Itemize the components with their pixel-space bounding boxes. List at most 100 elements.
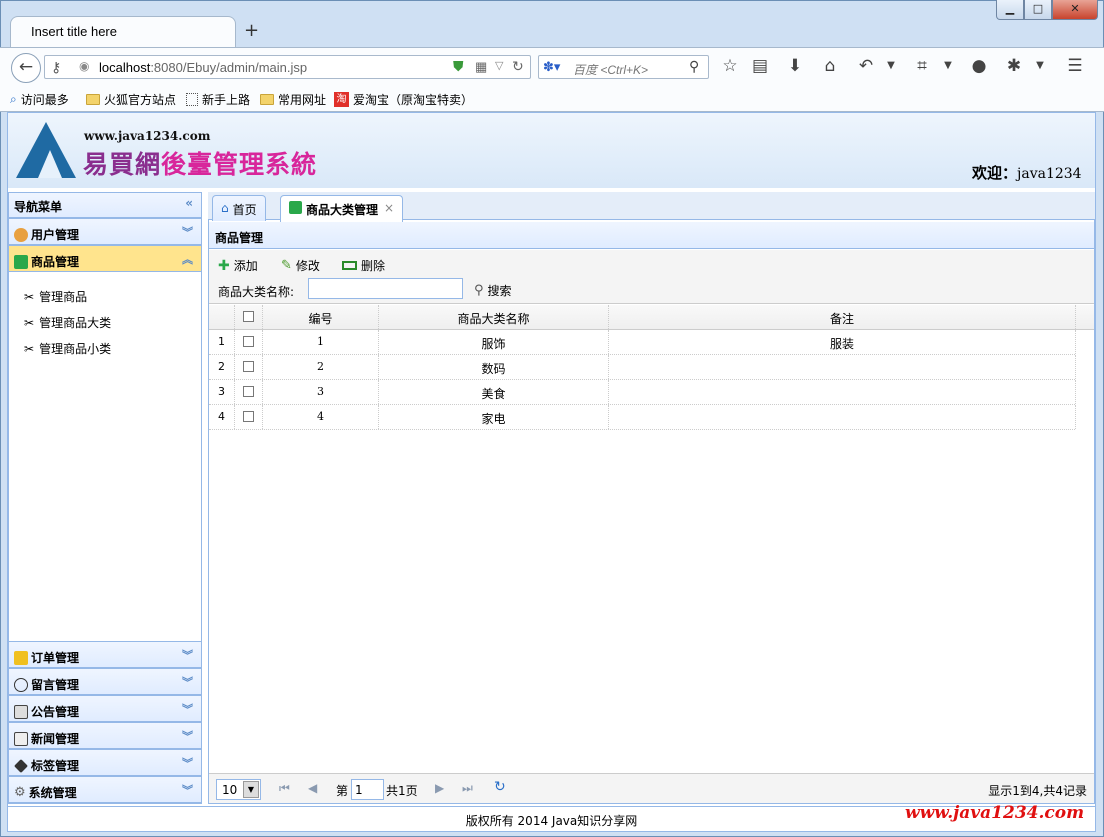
- new-tab-button[interactable]: +: [244, 20, 259, 41]
- last-page-icon[interactable]: ⏭: [462, 781, 473, 796]
- tab-category-management[interactable]: 商品大类管理 ×: [280, 195, 404, 222]
- table-row[interactable]: 4 4 家电: [209, 405, 1076, 430]
- back-button[interactable]: ←: [11, 53, 41, 83]
- sidebar-group-orders[interactable]: 订单管理 ︾: [8, 641, 202, 668]
- plus-icon: ✚: [218, 257, 230, 274]
- bookmark-getting-started[interactable]: 新手上路: [186, 91, 250, 108]
- system-title: 易買網後臺管理系統: [83, 150, 318, 179]
- home-icon[interactable]: ⌂: [819, 56, 841, 76]
- add-button[interactable]: ✚ 添加: [218, 257, 258, 274]
- url-path: :8080/Ebuy/admin/main.jsp: [150, 60, 308, 75]
- crop-icon[interactable]: ⌗: [911, 56, 933, 76]
- row-checkbox[interactable]: [235, 330, 263, 354]
- filter-label: 商品大类名称:: [218, 285, 295, 299]
- first-page-icon[interactable]: ⏮: [279, 781, 290, 796]
- table-row[interactable]: 3 3 美食: [209, 380, 1076, 405]
- search-button[interactable]: ⚲ 搜索: [474, 282, 512, 299]
- pagination-bar: 10 ▼ ⏮ ◀ 第 1 共1页 ▶ ⏭ ↻ 显示1到4,共4记录: [209, 773, 1094, 803]
- download-icon[interactable]: ⬇: [784, 56, 806, 76]
- chat-icon[interactable]: ●: [968, 56, 990, 76]
- news-icon: [14, 731, 28, 746]
- star-icon[interactable]: ☆: [719, 56, 741, 76]
- search-icon[interactable]: ⚲: [689, 58, 699, 75]
- row-checkbox[interactable]: [235, 355, 263, 379]
- taobao-icon: 淘: [334, 92, 349, 107]
- minimize-button[interactable]: ▁: [996, 0, 1024, 20]
- undo-icon[interactable]: ↶: [855, 56, 877, 76]
- dropdown-icon[interactable]: ▽: [495, 59, 503, 72]
- reading-list-icon[interactable]: ▤: [749, 56, 771, 76]
- chevron-down-icon: ︾: [182, 226, 193, 239]
- sidebar-group-products[interactable]: 商品管理 ︽: [8, 245, 202, 272]
- table-row[interactable]: 2 2 数码: [209, 355, 1076, 380]
- row-number-header: [209, 305, 235, 329]
- column-header-remark[interactable]: 备注: [609, 305, 1076, 329]
- site-url: www.java1234.com: [84, 129, 211, 143]
- bookmark-icon: ⌕: [10, 92, 17, 106]
- page-summary: 显示1到4,共4记录: [988, 784, 1087, 798]
- edit-button[interactable]: ✎ 修改: [281, 257, 320, 274]
- pencil-icon: ✎: [281, 258, 292, 273]
- delete-button[interactable]: 删除: [342, 257, 385, 274]
- sidebar-group-tags[interactable]: 标签管理 ︾: [8, 749, 202, 776]
- bookmark-most-visited[interactable]: ⌕ 访问最多: [10, 91, 69, 108]
- copyright: 版权所有 2014 Java知识分享网: [465, 814, 638, 828]
- sidebar-group-messages[interactable]: 留言管理 ︾: [8, 668, 202, 695]
- addon-dropdown-icon[interactable]: ▼: [1029, 60, 1051, 71]
- collapse-icon[interactable]: «: [185, 196, 193, 210]
- ant-icon[interactable]: ✱: [1003, 56, 1025, 76]
- row-checkbox[interactable]: [235, 380, 263, 404]
- address-bar[interactable]: ⚷ ◉ localhost:8080/Ebuy/admin/main.jsp ⛊…: [44, 55, 531, 79]
- sidebar-group-system[interactable]: ⚙ 系统管理 ︾: [8, 776, 202, 803]
- minus-icon: [342, 261, 357, 270]
- page-size-select[interactable]: 10 ▼: [216, 779, 261, 800]
- sidebar-group-news[interactable]: 新闻管理 ︾: [8, 722, 202, 749]
- logo-inner-shape: [38, 150, 62, 178]
- next-page-icon[interactable]: ▶: [435, 781, 444, 795]
- row-checkbox[interactable]: [235, 405, 263, 429]
- speech-bubble-icon: [14, 677, 28, 692]
- bookmark-common-sites[interactable]: 常用网址: [260, 91, 326, 108]
- select-all-checkbox[interactable]: [235, 305, 263, 329]
- reload-icon[interactable]: ↻: [512, 58, 524, 75]
- qr-code-icon[interactable]: ▦: [475, 59, 487, 75]
- tab-home[interactable]: ⌂ 首页: [212, 195, 266, 221]
- crop-dropdown-icon[interactable]: ▼: [937, 60, 959, 71]
- search-icon: ⚲: [474, 283, 484, 298]
- bookmark-aitaobao[interactable]: 淘爱淘宝（原淘宝特卖）: [334, 91, 473, 108]
- page-prefix: 第: [336, 784, 349, 798]
- table-row[interactable]: 1 1 服饰 服装: [209, 330, 1076, 355]
- close-button[interactable]: ✕: [1052, 0, 1098, 20]
- chevron-down-icon: ︾: [182, 757, 193, 770]
- close-tab-icon[interactable]: ×: [384, 201, 394, 222]
- key-icon: ⚷: [51, 59, 62, 75]
- column-header-id[interactable]: 编号: [263, 305, 379, 329]
- sidebar-title: 导航菜单 «: [8, 192, 202, 218]
- window-controls: ▁ □ ✕: [996, 0, 1098, 20]
- sidebar-group-notices[interactable]: 公告管理 ︾: [8, 695, 202, 722]
- prev-page-icon[interactable]: ◀: [308, 781, 317, 795]
- chevron-down-icon: ︾: [182, 649, 193, 662]
- sidebar-item-manage-products[interactable]: ✂ 管理商品: [24, 288, 87, 305]
- sidebar-group-users[interactable]: 用户管理 ︾: [8, 218, 202, 245]
- shield-icon[interactable]: ⛊: [453, 58, 464, 75]
- refresh-icon[interactable]: ↻: [494, 779, 506, 795]
- home-icon: ⌂: [221, 201, 229, 215]
- chevron-down-icon: ︾: [182, 730, 193, 743]
- search-box[interactable]: ✽▾ 百度 <Ctrl+K> ⚲: [538, 55, 709, 79]
- search-input[interactable]: 百度 <Ctrl+K>: [573, 61, 648, 78]
- undo-dropdown-icon[interactable]: ▼: [880, 60, 902, 71]
- tools-icon: ✂: [24, 341, 35, 356]
- sidebar-item-manage-categories[interactable]: ✂ 管理商品大类: [24, 314, 111, 331]
- sidebar-item-manage-subcategories[interactable]: ✂ 管理商品小类: [24, 340, 111, 357]
- username: java1234: [1017, 166, 1082, 182]
- page-number-input[interactable]: 1: [351, 779, 384, 800]
- column-header-name[interactable]: 商品大类名称: [379, 305, 609, 329]
- category-name-input[interactable]: [308, 278, 463, 299]
- gear-icon: ⚙: [14, 785, 26, 800]
- chevron-down-icon: ︾: [182, 676, 193, 689]
- browser-tab[interactable]: Insert title here: [10, 16, 236, 47]
- maximize-button[interactable]: □: [1024, 0, 1052, 20]
- menu-icon[interactable]: ☰: [1064, 56, 1086, 76]
- bookmark-firefox-site[interactable]: 火狐官方站点: [86, 91, 176, 108]
